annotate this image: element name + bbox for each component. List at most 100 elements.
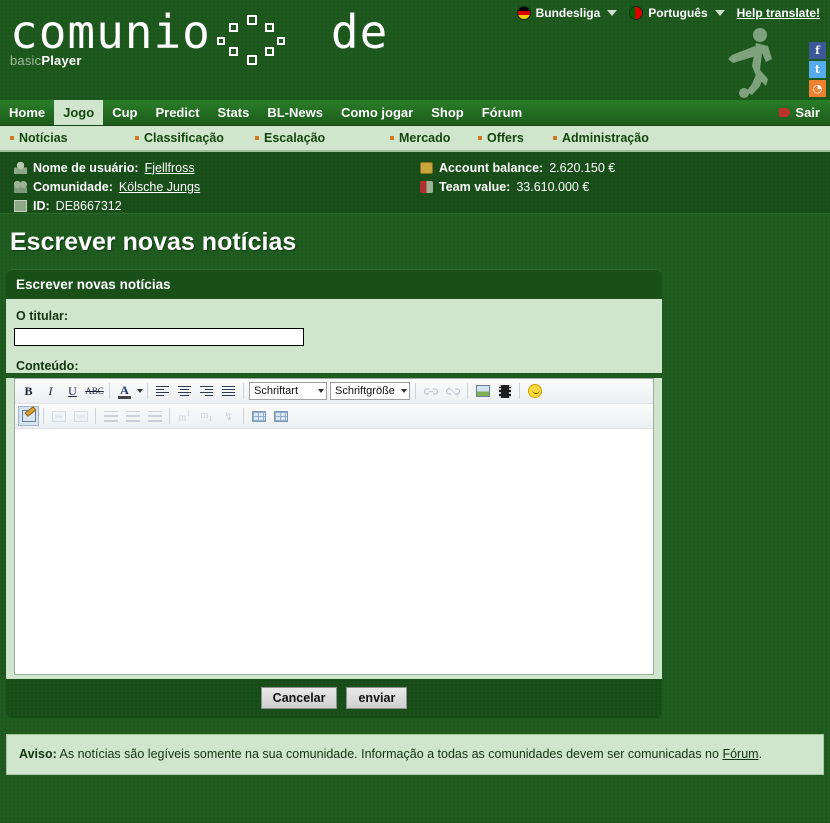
- nav-item-jogo[interactable]: Jogo: [54, 100, 104, 125]
- notice-forum-link[interactable]: Fórum: [722, 747, 758, 761]
- indent-button[interactable]: [122, 406, 143, 426]
- subnav-item-noticias[interactable]: Notícias: [10, 131, 68, 145]
- team-value-icon: [420, 180, 433, 193]
- horizontal-rule-icon: [51, 410, 66, 422]
- logout-label: Sair: [795, 105, 820, 120]
- site-logo[interactable]: comunio de basicPlayer: [10, 8, 388, 68]
- nav-item-stats[interactable]: Stats: [209, 100, 259, 125]
- font-family-select[interactable]: Schriftart: [249, 382, 327, 400]
- submit-button[interactable]: enviar: [346, 687, 408, 709]
- logo-dots-icon: [211, 13, 331, 65]
- toolbar-divider: [415, 383, 416, 399]
- nav-item-forum[interactable]: Fórum: [473, 100, 531, 125]
- insert-table-button[interactable]: [248, 406, 269, 426]
- nav-item-como-jogar[interactable]: Como jogar: [332, 100, 422, 125]
- league-selector[interactable]: Bundesliga: [516, 6, 618, 20]
- remove-link-button[interactable]: [442, 381, 463, 401]
- news-title-input[interactable]: [14, 328, 304, 346]
- align-center-button[interactable]: [174, 381, 195, 401]
- underline-button[interactable]: U: [62, 381, 83, 401]
- language-selector-label: Português: [648, 6, 708, 20]
- table-properties-icon: [273, 410, 288, 422]
- money-icon: [420, 161, 433, 174]
- nav-item-home[interactable]: Home: [0, 100, 54, 125]
- logo-suffix: de: [330, 5, 389, 59]
- insert-link-button[interactable]: [420, 381, 441, 401]
- align-justify-button[interactable]: [218, 381, 239, 401]
- superscript-button[interactable]: m1: [174, 406, 195, 426]
- underline-glyph: U: [68, 383, 77, 398]
- subnav-item-mercado[interactable]: Mercado: [390, 131, 450, 145]
- nav-item-cup[interactable]: Cup: [103, 100, 146, 125]
- notice-box: Aviso: As notícias são legíveis somente …: [6, 734, 824, 776]
- subscript-button[interactable]: m1: [196, 406, 217, 426]
- align-right-button[interactable]: [196, 381, 217, 401]
- community-value[interactable]: Kölsche Jungs: [119, 180, 200, 194]
- outdent-button[interactable]: [100, 406, 121, 426]
- unlink-icon: [445, 386, 460, 396]
- subnav-item-offers[interactable]: Offers: [478, 131, 524, 145]
- insert-page-break-button[interactable]: [70, 406, 91, 426]
- username-value[interactable]: Fjellfross: [145, 161, 195, 175]
- insert-image-button[interactable]: [472, 381, 493, 401]
- nav-item-predict[interactable]: Predict: [146, 100, 208, 125]
- insert-horizontal-rule-button[interactable]: [48, 406, 69, 426]
- bold-button[interactable]: B: [18, 381, 39, 401]
- main-navigation: Home Jogo Cup Predict Stats BL-News Como…: [0, 100, 830, 126]
- user-info-right: Account balance: 2.620.150 € Team value:…: [420, 158, 615, 196]
- id-value: DE8667312: [55, 198, 122, 213]
- align-right-icon: [200, 385, 213, 397]
- cancel-button[interactable]: Cancelar: [260, 687, 338, 709]
- user-icon: [14, 161, 27, 174]
- remove-format-button[interactable]: ↯: [218, 406, 239, 426]
- page-title: Escrever novas notícias: [10, 228, 297, 256]
- toolbar-divider: [109, 383, 110, 399]
- rich-text-editor: B I U ABC A Schriftart Schriftgröße m1 m…: [6, 378, 662, 679]
- insert-video-button[interactable]: [494, 381, 515, 401]
- notice-suffix: .: [758, 747, 763, 761]
- logo-wordmark: comunio de: [10, 5, 389, 65]
- italic-button[interactable]: I: [40, 381, 61, 401]
- align-left-button[interactable]: [152, 381, 173, 401]
- rss-icon[interactable]: ◔: [809, 80, 826, 97]
- twitter-icon[interactable]: t: [809, 61, 826, 78]
- font-family-label: Schriftart: [254, 385, 299, 397]
- toolbar-divider: [243, 408, 244, 424]
- news-content-editor[interactable]: [15, 429, 653, 674]
- bold-glyph: B: [24, 383, 33, 398]
- social-links: f t ◔: [809, 42, 826, 97]
- help-translate-link[interactable]: Help translate!: [737, 6, 820, 20]
- portugal-flag-icon: [629, 6, 644, 20]
- nav-item-shop[interactable]: Shop: [422, 100, 473, 125]
- subnav-item-escalacao[interactable]: Escalação: [255, 131, 325, 145]
- id-row: ID: DE8667312: [14, 196, 200, 215]
- subnav-item-classificacao[interactable]: Classificação: [135, 131, 224, 145]
- id-card-icon: [14, 199, 27, 212]
- notice-text: As notícias são legíveis somente na sua …: [59, 747, 719, 761]
- nav-item-bl-news[interactable]: BL-News: [258, 100, 332, 125]
- language-selector[interactable]: Português: [629, 6, 725, 20]
- subscript-icon: m1: [200, 409, 213, 423]
- content-field-label: Conteúdo:: [16, 359, 79, 373]
- font-color-chevron-down-icon[interactable]: [137, 389, 143, 393]
- font-color-button[interactable]: A: [114, 381, 135, 401]
- chevron-down-icon: [401, 389, 407, 393]
- insert-emoticon-button[interactable]: [524, 381, 545, 401]
- subnav-item-administracao[interactable]: Administração: [553, 131, 649, 145]
- toolbar-divider: [519, 383, 520, 399]
- editor-toolbar-row-1: B I U ABC A Schriftart Schriftgröße: [15, 379, 653, 404]
- table-properties-button[interactable]: [270, 406, 291, 426]
- toolbar-divider: [243, 383, 244, 399]
- logout-button[interactable]: Sair: [779, 100, 830, 125]
- smiley-icon: [527, 384, 542, 398]
- logo-tagline-player: Player: [41, 52, 82, 68]
- pencil-icon: [21, 410, 36, 422]
- sub-navigation: Notícias Classificação Escalação Mercado…: [0, 126, 830, 152]
- align-justify-icon: [222, 385, 235, 397]
- font-color-icon: A: [118, 384, 131, 399]
- edit-source-button[interactable]: [18, 406, 39, 426]
- blockquote-button[interactable]: [144, 406, 165, 426]
- strikethrough-button[interactable]: ABC: [84, 381, 105, 401]
- facebook-icon[interactable]: f: [809, 42, 826, 59]
- font-size-select[interactable]: Schriftgröße: [330, 382, 410, 400]
